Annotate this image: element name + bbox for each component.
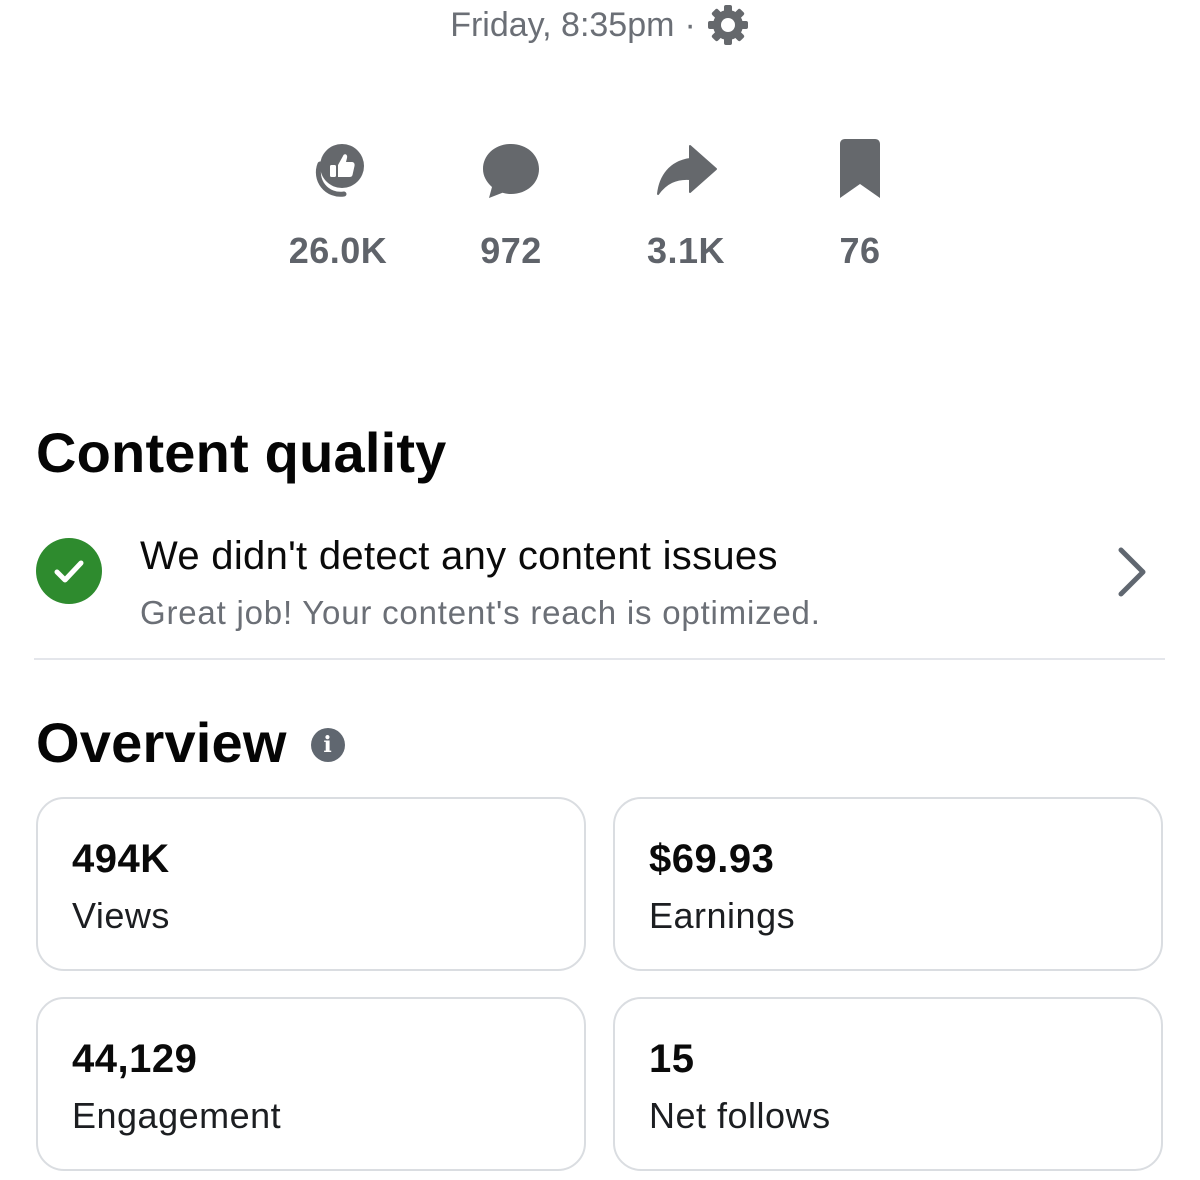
net-follows-value: 15 [649, 1037, 695, 1081]
views-card[interactable]: 494K Views [36, 797, 586, 971]
overview-heading: Overview [36, 711, 287, 774]
reactions-like-icon [306, 138, 370, 202]
info-icon[interactable]: i [310, 727, 345, 762]
chevron-right-icon[interactable] [1111, 542, 1151, 602]
check-circle-icon [36, 538, 102, 604]
earnings-card[interactable]: $69.93 Earnings [613, 797, 1163, 971]
quality-subtext: Great job! Your content's reach is optim… [140, 594, 821, 631]
earnings-label: Earnings [649, 895, 796, 936]
post-timestamp: Friday, 8:35pm [450, 5, 675, 44]
saves-count: 76 [839, 230, 881, 271]
post-meta: Friday, 8:35pm · [0, 0, 1200, 50]
reactions-count: 26.0K [288, 230, 388, 271]
earnings-value: $69.93 [649, 837, 775, 881]
comments-count: 972 [480, 230, 542, 271]
views-label: Views [72, 895, 170, 936]
saves-stat[interactable]: 76 [785, 138, 935, 272]
comments-stat[interactable]: 972 [436, 138, 586, 272]
bookmark-icon [828, 138, 892, 202]
overview-heading-row: Overview i [36, 710, 345, 775]
meta-separator: · [684, 5, 696, 44]
engagement-value: 44,129 [72, 1037, 198, 1081]
shares-stat[interactable]: 3.1K [611, 138, 761, 272]
engagement-label: Engagement [72, 1095, 282, 1136]
shares-count: 3.1K [646, 230, 726, 271]
views-value: 494K [72, 837, 170, 881]
quality-headline: We didn't detect any content issues [140, 534, 778, 578]
content-quality-row[interactable]: We didn't detect any content issues Grea… [34, 520, 1165, 660]
net-follows-label: Net follows [649, 1095, 831, 1136]
net-follows-card[interactable]: 15 Net follows [613, 997, 1163, 1171]
engagement-card[interactable]: 44,129 Engagement [36, 997, 586, 1171]
gear-icon[interactable] [706, 3, 750, 47]
reactions-stat[interactable]: 26.0K [263, 138, 413, 272]
comment-bubble-icon [479, 138, 543, 202]
content-quality-heading: Content quality [36, 421, 447, 484]
share-arrow-icon [654, 138, 718, 202]
